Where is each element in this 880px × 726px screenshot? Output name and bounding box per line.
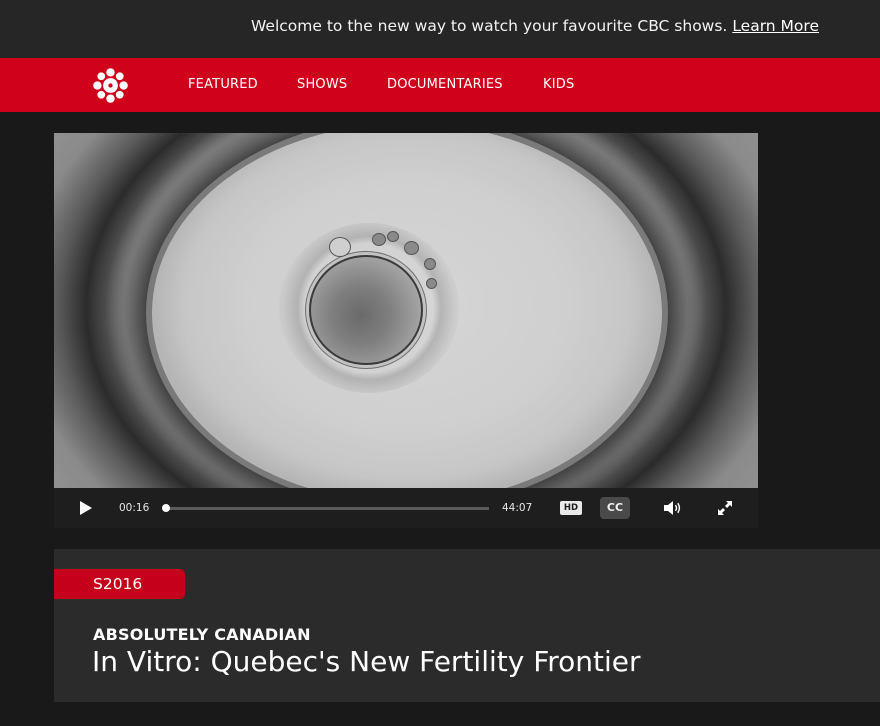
player-controls: 00:16 44:07 HD CC <box>54 488 758 528</box>
announcement-text: Welcome to the new way to watch your fav… <box>251 17 728 35</box>
video-cell <box>309 255 423 365</box>
seek-bar[interactable] <box>161 504 489 512</box>
nav-item-shows[interactable]: SHOWS <box>297 77 347 92</box>
hd-button[interactable]: HD <box>560 501 582 515</box>
season-badge: S2016 <box>54 569 185 599</box>
play-icon[interactable] <box>78 500 94 516</box>
video-cluster <box>424 258 436 270</box>
nav-item-documentaries[interactable]: DOCUMENTARIES <box>387 77 503 92</box>
episode-info-panel: S2016 ABSOLUTELY CANADIAN In Vitro: Queb… <box>54 549 880 702</box>
video-frame[interactable] <box>54 133 758 503</box>
learn-more-link[interactable]: Learn More <box>732 17 819 35</box>
show-name[interactable]: ABSOLUTELY CANADIAN <box>93 625 311 644</box>
current-time: 00:16 <box>119 502 150 514</box>
announcement-bar: Welcome to the new way to watch your fav… <box>0 0 880 58</box>
video-cluster <box>426 278 437 289</box>
seek-bar-handle[interactable] <box>161 504 170 512</box>
nav-item-featured[interactable]: FEATURED <box>188 77 258 92</box>
announcement-message: Welcome to the new way to watch your fav… <box>251 17 819 35</box>
season-label: S2016 <box>93 575 143 593</box>
episode-title: In Vitro: Quebec's New Fertility Frontie… <box>92 645 641 678</box>
video-cluster <box>372 233 386 246</box>
cbc-gem-logo-icon[interactable] <box>93 68 128 103</box>
closed-captions-button[interactable]: CC <box>600 497 630 519</box>
video-player[interactable]: 00:16 44:07 HD CC <box>54 133 758 528</box>
nav-item-kids[interactable]: KIDS <box>543 77 574 92</box>
page: Welcome to the new way to watch your fav… <box>0 0 880 726</box>
volume-icon[interactable] <box>663 500 683 516</box>
video-polar-body <box>329 237 351 257</box>
main-nav: FEATURED SHOWS DOCUMENTARIES KIDS <box>0 58 880 112</box>
total-time: 44:07 <box>502 502 533 514</box>
video-cluster <box>387 231 399 242</box>
fullscreen-icon[interactable] <box>717 500 733 516</box>
video-cluster <box>404 241 419 255</box>
